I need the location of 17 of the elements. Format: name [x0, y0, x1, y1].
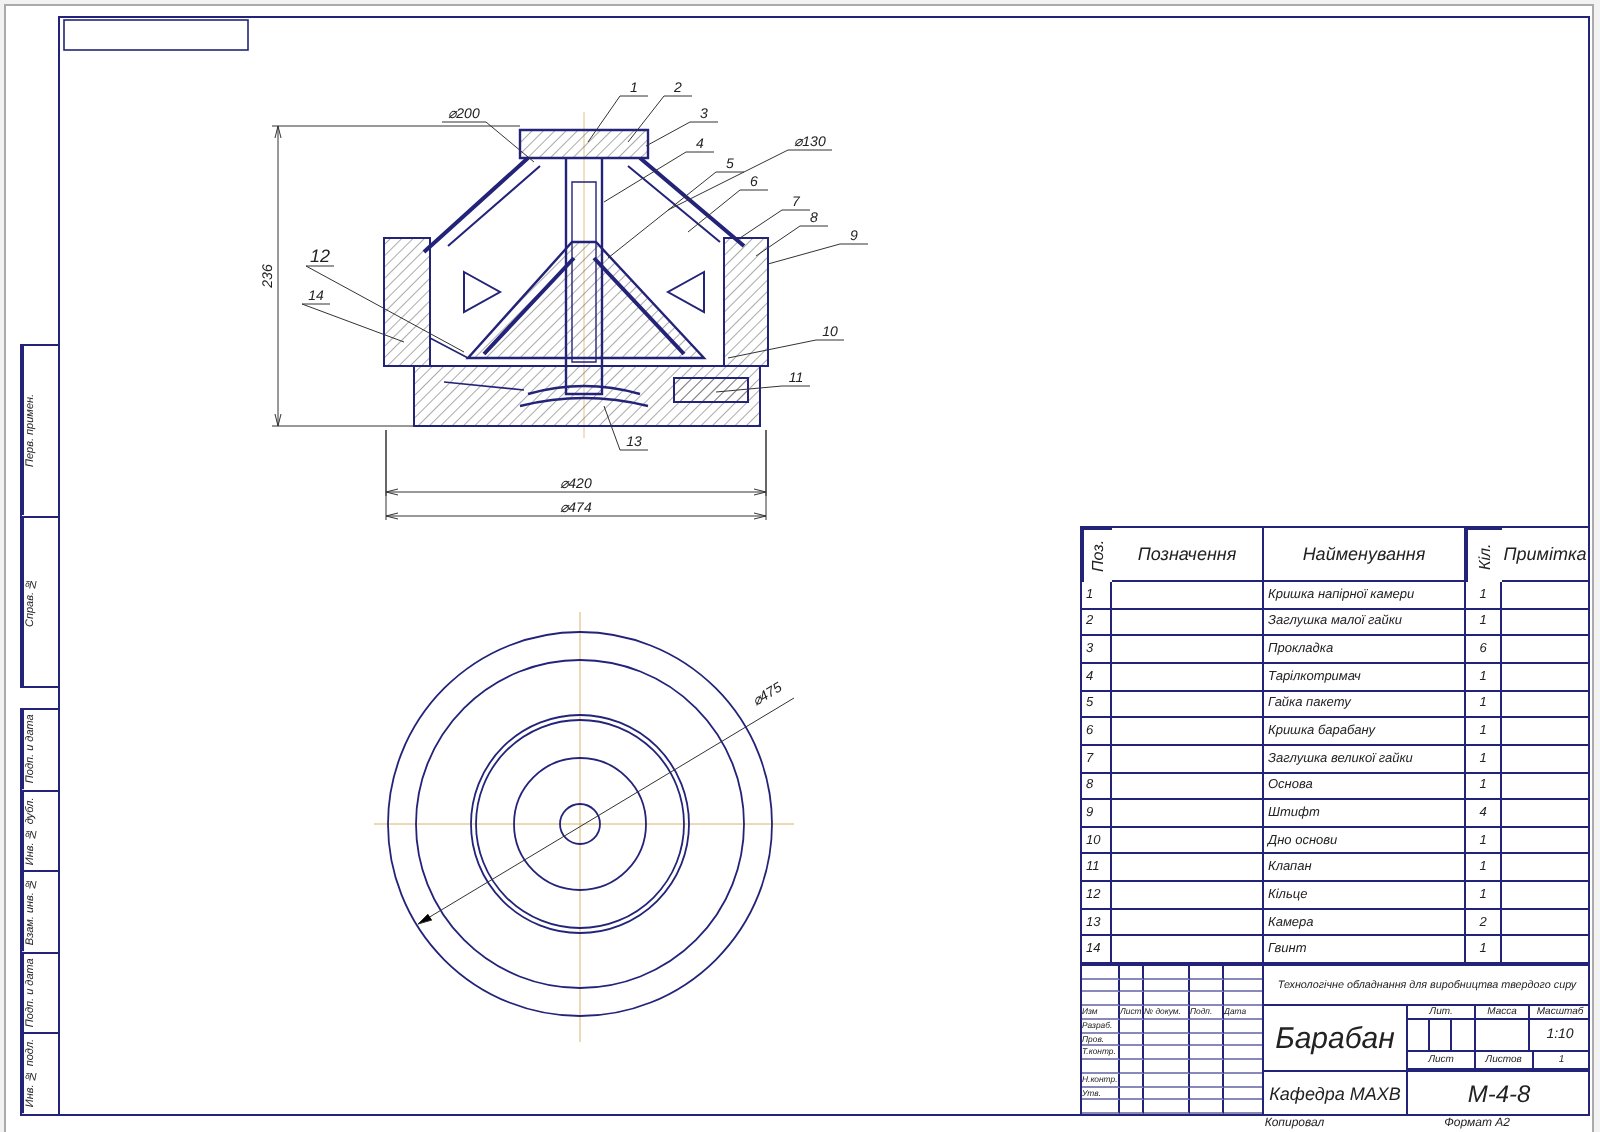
empty-cell	[1502, 691, 1590, 719]
callout-number: 12	[310, 246, 330, 266]
department-name: Кафедра МАХВ	[1264, 1072, 1408, 1114]
leader-line	[603, 405, 649, 451]
drawing-title: Барабан	[1264, 1006, 1408, 1072]
empty-cell	[1502, 773, 1590, 801]
leader-line	[441, 121, 535, 163]
drawing-code: М-4-8	[1465, 1077, 1533, 1111]
column-header: Поз.	[1082, 528, 1112, 582]
leader-line	[727, 339, 845, 359]
column-header: Найменування	[1264, 528, 1466, 582]
empty-cell	[1502, 609, 1590, 637]
column-header: Позначення	[1112, 528, 1264, 582]
column-header: Примітка	[1502, 528, 1590, 582]
empty-cell	[1502, 909, 1590, 937]
column-header: Кіл.	[1466, 528, 1502, 582]
leader-line	[715, 385, 811, 393]
